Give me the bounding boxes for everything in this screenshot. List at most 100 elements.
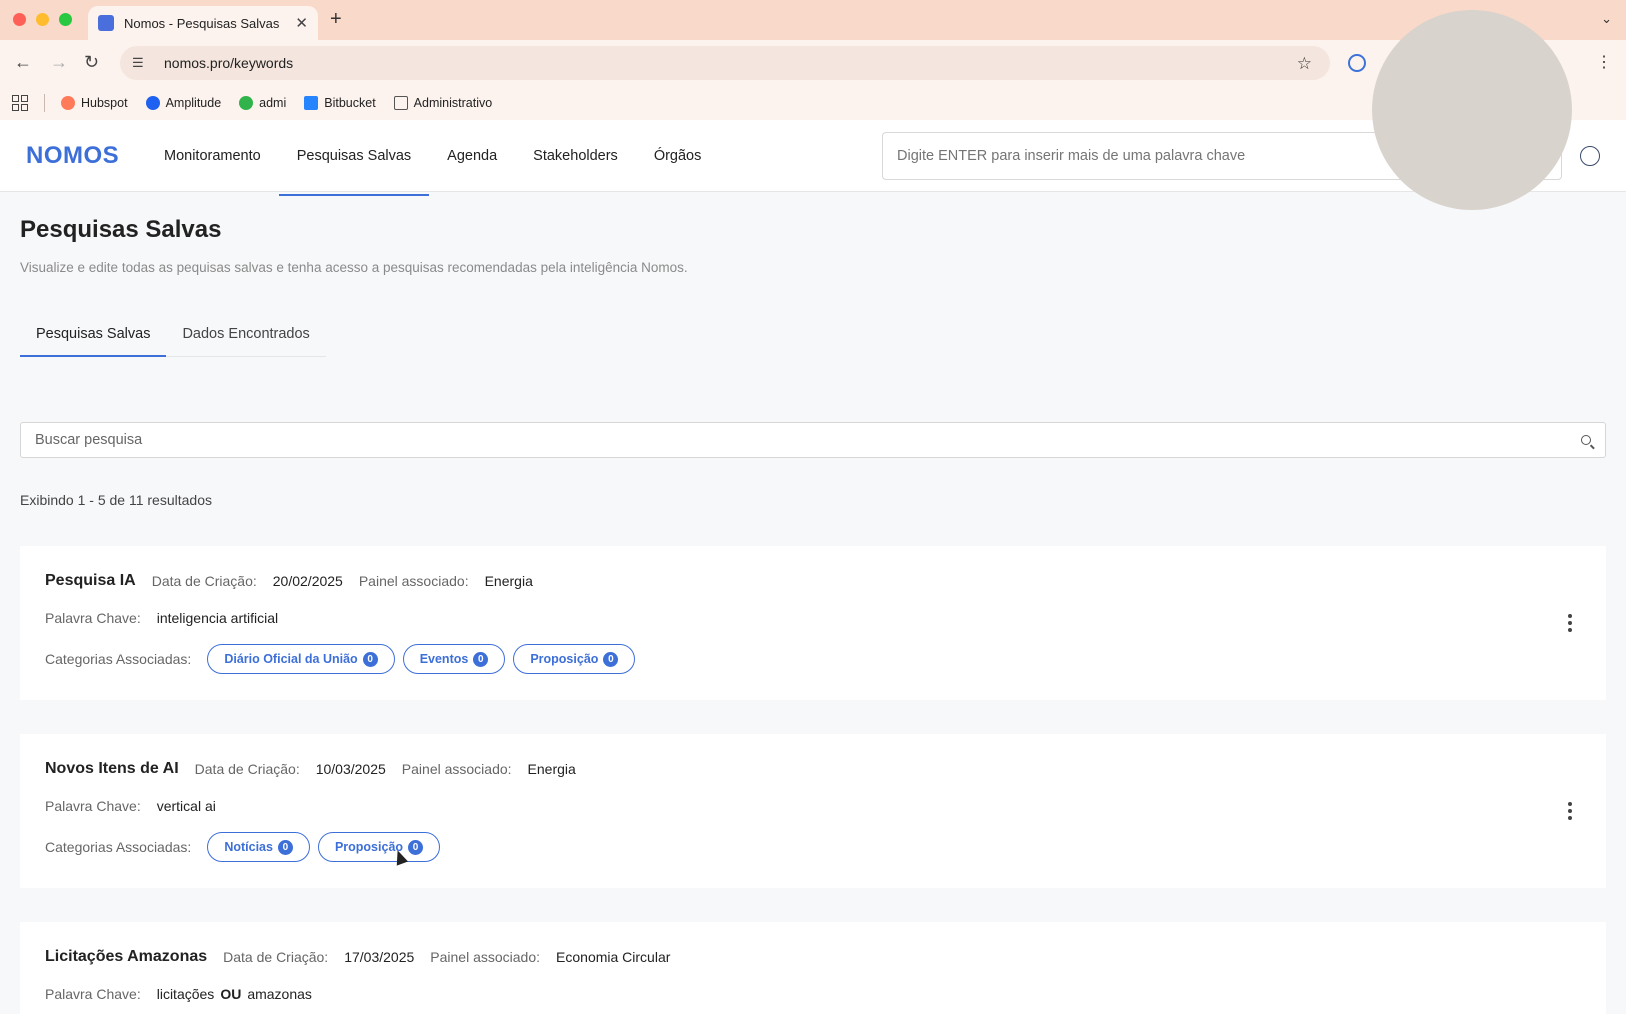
category-chip-eventos[interactable]: Eventos 0 xyxy=(402,644,506,674)
created-date: 20/02/2025 xyxy=(272,573,343,589)
category-chip-diario-oficial[interactable]: Diário Oficial da União 0 xyxy=(207,644,395,674)
search-name[interactable]: Pesquisa IA xyxy=(45,572,136,590)
chip-count-badge: 0 xyxy=(277,839,293,855)
panel-value: Energia xyxy=(527,761,576,777)
saved-search-filter[interactable]: Buscar pesquisa xyxy=(20,422,1606,458)
bookmark-label: admi xyxy=(259,96,287,110)
nav-stakeholders[interactable]: Stakeholders xyxy=(515,120,636,192)
saved-search-card: Novos Itens de AI Data de Criação: 10/03… xyxy=(20,734,1606,888)
apps-grid-icon[interactable] xyxy=(12,95,28,111)
panel-label: Painel associado: xyxy=(401,761,512,777)
keyword-label: Palavra Chave: xyxy=(45,986,141,1002)
nav-monitoramento[interactable]: Monitoramento xyxy=(146,120,279,192)
window-zoom-button[interactable] xyxy=(59,13,72,26)
created-date: 10/03/2025 xyxy=(315,761,386,777)
bookmarks-separator xyxy=(44,94,45,112)
saved-search-card: Pesquisa IA Data de Criação: 20/02/2025 … xyxy=(20,546,1606,700)
category-chip-noticias[interactable]: Notícias 0 xyxy=(207,832,310,862)
nav-orgaos[interactable]: Órgãos xyxy=(636,120,720,192)
search-name[interactable]: Novos Itens de AI xyxy=(45,760,179,778)
created-label: Data de Criação: xyxy=(194,761,300,777)
nomos-favicon-icon xyxy=(98,15,114,31)
page-tabs: Pesquisas Salvas Dados Encontrados xyxy=(20,326,326,357)
bookmark-label: Hubspot xyxy=(81,96,128,110)
created-label: Data de Criação: xyxy=(223,949,329,965)
keyword-value: inteligencia artificial xyxy=(156,610,279,626)
globe-icon xyxy=(239,96,254,110)
chip-label: Diário Oficial da União xyxy=(224,652,358,666)
nav-agenda[interactable]: Agenda xyxy=(429,120,515,192)
bookmark-bitbucket[interactable]: Bitbucket xyxy=(304,96,376,110)
hubspot-icon xyxy=(61,96,75,110)
bookmark-label: Bitbucket xyxy=(324,96,376,110)
card-categories-row: Categorias Associadas: Diário Oficial da… xyxy=(45,644,643,674)
card-categories-row: Categorias Associadas: Notícias 0 Proposi… xyxy=(45,832,448,862)
chip-count-badge: 0 xyxy=(362,651,378,667)
tab-close-icon[interactable]: ✕ xyxy=(295,14,308,32)
tab-title: Nomos - Pesquisas Salvas xyxy=(124,15,280,31)
bookmark-amplitude[interactable]: Amplitude xyxy=(145,96,222,110)
search-icon[interactable] xyxy=(1581,435,1591,445)
chip-label: Notícias xyxy=(224,840,273,854)
bitbucket-icon xyxy=(304,96,319,110)
window-close-button[interactable] xyxy=(13,13,26,26)
bookmark-star-icon[interactable]: ☆ xyxy=(1297,54,1312,74)
card-meta-row: Pesquisa IA Data de Criação: 20/02/2025 … xyxy=(45,572,549,590)
reload-icon[interactable]: ↻ xyxy=(84,52,99,73)
new-tab-icon[interactable]: + xyxy=(330,8,342,31)
keyword-term: amazonas xyxy=(247,986,312,1002)
created-label: Data de Criação: xyxy=(151,573,257,589)
amplitude-icon xyxy=(145,96,160,110)
browser-menu-icon[interactable]: ⋮ xyxy=(1596,52,1612,72)
chip-label: Proposição xyxy=(530,652,599,666)
category-chip-proposicao[interactable]: Proposição 0 xyxy=(513,644,636,674)
folder-icon xyxy=(393,96,408,110)
panel-value: Energia xyxy=(484,573,533,589)
address-bar[interactable]: ☰ nomos.pro/keywords ☆ xyxy=(120,46,1330,80)
webcam-overlay xyxy=(1372,10,1572,210)
user-menu-icon[interactable] xyxy=(1580,146,1600,166)
category-chip-proposicao[interactable]: Proposição 0 xyxy=(317,832,441,862)
card-options-icon[interactable] xyxy=(1568,614,1572,632)
password-extension-icon[interactable] xyxy=(1348,54,1366,72)
card-keyword-row: Palavra Chave: licitações OU amazonas xyxy=(45,986,328,1002)
saved-search-card: Licitações Amazonas Data de Criação: 17/… xyxy=(20,922,1606,1014)
tab-dados-encontrados[interactable]: Dados Encontrados xyxy=(166,326,325,356)
nomos-logo[interactable]: NOMOS xyxy=(26,142,119,170)
card-keyword-row: Palavra Chave: vertical ai xyxy=(45,798,232,814)
chip-count-badge: 0 xyxy=(473,651,489,667)
card-keyword-row: Palavra Chave: inteligencia artificial xyxy=(45,610,294,626)
bookmark-admi[interactable]: admi xyxy=(239,96,286,110)
url-text: nomos.pro/keywords xyxy=(164,55,294,71)
tab-pesquisas-salvas[interactable]: Pesquisas Salvas xyxy=(20,326,167,357)
browser-tabbar: Nomos - Pesquisas Salvas ✕ + ⌄ xyxy=(0,0,1626,40)
chip-count-badge: 0 xyxy=(603,651,619,667)
created-date: 17/03/2025 xyxy=(344,949,415,965)
card-meta-row: Novos Itens de AI Data de Criação: 10/03… xyxy=(45,760,592,778)
card-options-icon[interactable] xyxy=(1568,802,1572,820)
search-name[interactable]: Licitações Amazonas xyxy=(45,948,207,966)
chip-label: Eventos xyxy=(419,652,469,666)
forward-arrow-icon[interactable]: → xyxy=(50,52,68,73)
back-arrow-icon[interactable]: ← xyxy=(14,52,32,73)
keyword-label: Palavra Chave: xyxy=(45,610,141,626)
site-settings-icon[interactable]: ☰ xyxy=(132,55,150,71)
keyword-value: vertical ai xyxy=(156,798,216,814)
keyword-operator: OU xyxy=(220,986,242,1002)
results-count: Exibindo 1 - 5 de 11 resultados xyxy=(20,492,212,508)
categories-label: Categorias Associadas: xyxy=(45,651,192,667)
browser-tab[interactable]: Nomos - Pesquisas Salvas ✕ xyxy=(88,6,318,40)
panel-value: Economia Circular xyxy=(556,949,671,965)
nav-pesquisas-salvas[interactable]: Pesquisas Salvas xyxy=(278,120,430,196)
tab-list-chevron-icon[interactable]: ⌄ xyxy=(1601,11,1612,27)
bookmark-label: Amplitude xyxy=(165,96,222,110)
card-meta-row: Licitações Amazonas Data de Criação: 17/… xyxy=(45,948,686,966)
chip-count-badge: 0 xyxy=(408,839,424,855)
main-nav: Monitoramento Pesquisas Salvas Agenda St… xyxy=(146,120,720,196)
window-minimize-button[interactable] xyxy=(36,13,49,26)
bookmark-hubspot[interactable]: Hubspot xyxy=(61,96,128,110)
bookmark-folder-administrativo[interactable]: Administrativo xyxy=(393,96,493,110)
bookmark-label: Administrativo xyxy=(413,96,493,110)
keyword-term: licitações xyxy=(156,986,215,1002)
keyword-label: Palavra Chave: xyxy=(45,798,141,814)
